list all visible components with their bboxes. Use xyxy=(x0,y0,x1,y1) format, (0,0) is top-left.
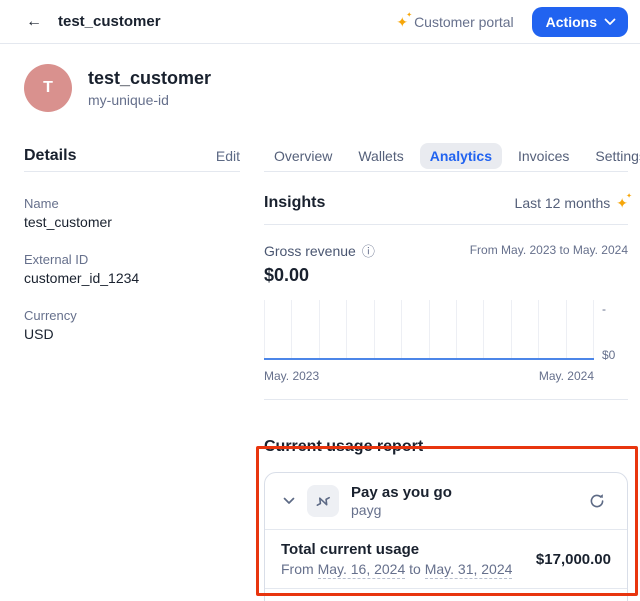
field-label: Name xyxy=(24,196,240,211)
tab-analytics[interactable]: Analytics xyxy=(420,143,502,169)
back-button[interactable]: ← xyxy=(20,8,48,36)
tab-bar: Overview Wallets Analytics Invoices Sett… xyxy=(264,140,628,172)
tab-settings[interactable]: Settings xyxy=(585,143,640,169)
period-selector[interactable]: Last 12 months ✦✦ xyxy=(515,195,628,211)
sparkle-icon: ✦✦ xyxy=(396,15,408,29)
field-value: USD xyxy=(24,326,240,342)
tokens-row: Tokens openai_tokens xyxy=(265,588,627,601)
pulse-icon xyxy=(312,490,334,512)
info-icon[interactable]: ⓘ xyxy=(362,245,375,258)
topbar: ← test_customer ✦✦ Customer portal Actio… xyxy=(0,0,640,44)
collapse-toggle-button[interactable] xyxy=(277,489,301,513)
total-usage-row: Total current usage From May. 16, 2024 t… xyxy=(265,529,627,588)
plan-name: Pay as you go xyxy=(351,484,452,501)
period-from-word: From xyxy=(281,561,314,577)
sparkle-icon: ✦✦ xyxy=(616,196,628,210)
y-axis-zero-label: $0 xyxy=(602,348,615,362)
refresh-icon xyxy=(588,492,606,510)
usage-report-card: Pay as you go payg Total current usage F… xyxy=(264,472,628,601)
period-to-word: to xyxy=(409,561,421,577)
field-label: Currency xyxy=(24,308,240,323)
main-column: Overview Wallets Analytics Invoices Sett… xyxy=(264,140,628,601)
edit-button[interactable]: Edit xyxy=(216,148,240,164)
details-header: Details Edit xyxy=(24,140,240,172)
refresh-button[interactable] xyxy=(583,487,611,515)
total-usage-label: Total current usage xyxy=(281,541,512,558)
plan-texts: Pay as you go payg xyxy=(351,484,452,518)
gross-revenue-header: Gross revenue ⓘ From May. 2023 to May. 2… xyxy=(264,243,628,259)
period-label: Last 12 months xyxy=(515,195,611,211)
field-name: Name test_customer xyxy=(24,196,240,230)
back-arrow-icon: ← xyxy=(26,13,42,31)
field-value: customer_id_1234 xyxy=(24,270,240,286)
x-axis-end-label: May. 2024 xyxy=(539,369,594,383)
total-usage-texts: Total current usage From May. 16, 2024 t… xyxy=(281,541,512,577)
chevron-down-icon xyxy=(283,497,295,505)
customer-portal-label: Customer portal xyxy=(414,14,514,30)
chart-y-axis: - $0 xyxy=(594,300,628,364)
tab-invoices[interactable]: Invoices xyxy=(508,143,579,169)
customer-portal-link[interactable]: ✦✦ Customer portal xyxy=(396,14,513,30)
tab-overview[interactable]: Overview xyxy=(264,143,342,169)
chart-x-axis: May. 2023 May. 2024 xyxy=(264,369,594,383)
gross-revenue-label: Gross revenue xyxy=(264,243,356,259)
chevron-down-icon xyxy=(604,18,616,26)
chart-range-label: From May. 2023 to May. 2024 xyxy=(470,243,628,257)
actions-button[interactable]: Actions xyxy=(532,7,628,37)
customer-header: T test_customer my-unique-id xyxy=(0,44,640,112)
field-external-id: External ID customer_id_1234 xyxy=(24,252,240,286)
details-column: Details Edit Name test_customer External… xyxy=(24,140,240,601)
details-fields: Name test_customer External ID customer_… xyxy=(24,172,240,342)
period-date-to[interactable]: May. 31, 2024 xyxy=(425,561,513,579)
avatar: T xyxy=(24,64,72,112)
customer-subtitle: my-unique-id xyxy=(88,92,211,108)
field-label: External ID xyxy=(24,252,240,267)
actions-label: Actions xyxy=(546,14,597,30)
total-usage-period: From May. 16, 2024 to May. 31, 2024 xyxy=(281,561,512,577)
field-currency: Currency USD xyxy=(24,308,240,342)
plan-code: payg xyxy=(351,502,452,518)
topbar-title: test_customer xyxy=(58,13,161,30)
field-value: test_customer xyxy=(24,214,240,230)
period-date-from[interactable]: May. 16, 2024 xyxy=(318,561,406,579)
content-columns: Details Edit Name test_customer External… xyxy=(0,112,640,601)
details-title: Details xyxy=(24,147,76,165)
plan-icon-box xyxy=(307,485,339,517)
insights-header: Insights Last 12 months ✦✦ xyxy=(264,194,628,225)
tab-wallets[interactable]: Wallets xyxy=(348,143,413,169)
insights-title: Insights xyxy=(264,194,325,212)
customer-identity: test_customer my-unique-id xyxy=(88,68,211,108)
gross-revenue-chart: - $0 xyxy=(264,300,628,364)
customer-name: test_customer xyxy=(88,68,211,89)
y-axis-top-label: - xyxy=(602,302,606,316)
usage-report-title: Current usage report xyxy=(264,438,628,456)
chart-grid xyxy=(264,300,594,360)
chart-line-series xyxy=(264,358,594,360)
x-axis-start-label: May. 2023 xyxy=(264,369,319,383)
plan-header-row[interactable]: Pay as you go payg xyxy=(265,473,627,529)
section-divider xyxy=(264,399,628,400)
gross-revenue-value: $0.00 xyxy=(264,265,628,286)
chart-plot-area xyxy=(264,300,594,360)
total-usage-amount: $17,000.00 xyxy=(536,551,611,568)
avatar-initial: T xyxy=(43,79,53,97)
